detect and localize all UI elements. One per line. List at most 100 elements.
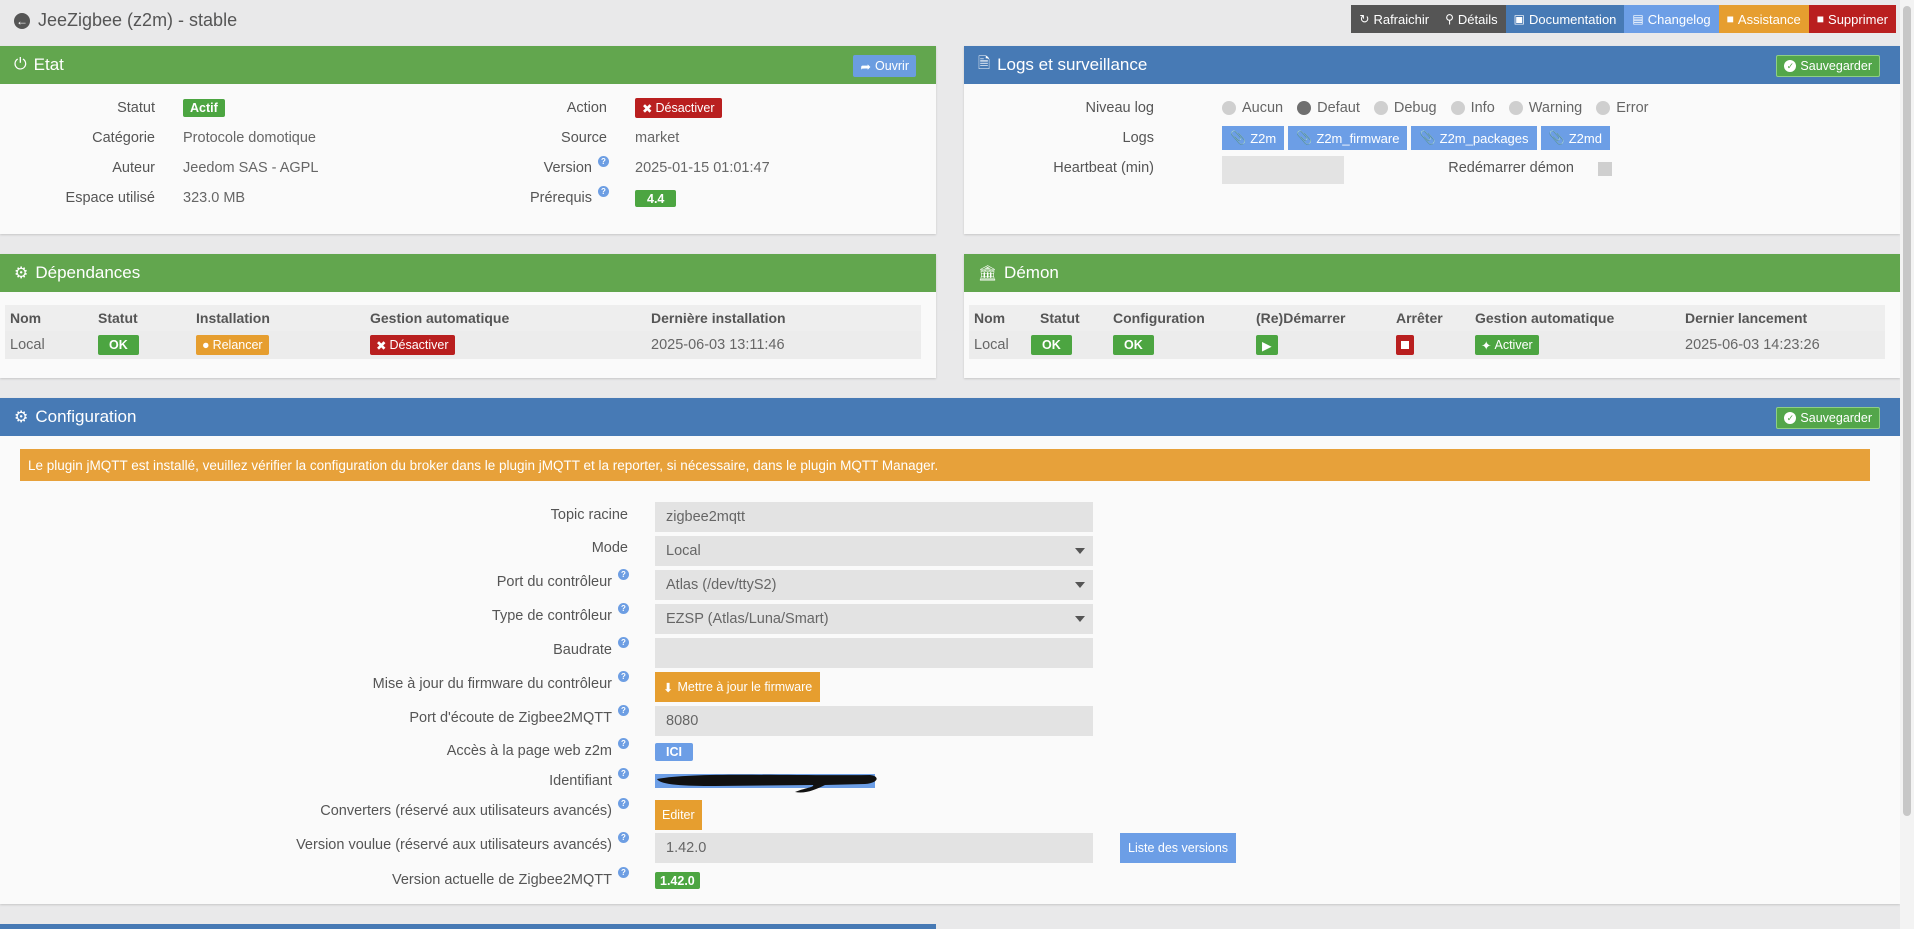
restart-daemon-checkbox[interactable] [1598,162,1612,176]
help-icon[interactable]: ? [598,156,609,167]
log-files: 📎 Z2m 📎 Z2m_firmware 📎 Z2m_packages 📎 Z2md [1222,126,1610,150]
help-icon[interactable]: ? [618,671,629,682]
top-actions: ↻ Rafraichir ⚲ Détails ▣ Documentation ▤… [1351,5,1896,33]
relancer-button[interactable]: ● Relancer [196,335,269,355]
search-icon: ⚲ [1445,12,1454,26]
help-icon[interactable]: ? [618,738,629,749]
table-row: Local OK OK ▶ ✦ Activer 2025-06-03 14:23… [969,331,1885,359]
log-z2m-packages-label: Z2m_packages [1439,130,1529,146]
x-icon: ✖ [642,101,653,116]
demon-table-header: Nom Statut Configuration (Re)Démarrer Ar… [969,305,1885,331]
log-z2md-button[interactable]: 📎 Z2md [1540,126,1610,150]
version-value: 2025-01-15 01:01:47 [635,160,770,176]
edit-converters-button[interactable]: Editer [655,800,702,830]
demon-statut-badge: OK [1031,335,1072,355]
log-z2m-firmware-button[interactable]: 📎 Z2m_firmware [1288,126,1408,150]
activate-label: Activer [1494,338,1533,352]
help-icon[interactable]: ? [618,569,629,580]
port-select[interactable]: Atlas (/dev/ttyS2) [655,570,1093,600]
radio-info[interactable]: Info [1450,100,1495,116]
etat-panel: ⏻ Etat ➦ Ouvrir Statut Actif Catégorie P… [0,46,936,234]
page-title-text: JeeZigbee (z2m) - stable [38,10,238,30]
dep-deactivate-button[interactable]: ✖ Désactiver [370,335,455,355]
paperclip-icon: 📎 [1548,130,1565,145]
demon-title: Démon [1004,263,1059,282]
start-button[interactable]: ▶ [1256,335,1278,355]
baudrate-input[interactable] [655,638,1093,668]
mode-select[interactable]: Local [655,536,1093,566]
versions-list-button[interactable]: Liste des versions [1120,833,1237,863]
help-icon[interactable]: ? [618,867,629,878]
demon-dernier: 2025-06-03 14:23:26 [1685,337,1820,353]
radio-warning-label: Warning [1528,100,1583,116]
scrollbar-thumb[interactable] [1903,6,1911,816]
radio-aucun[interactable]: Aucun [1222,100,1283,116]
col-nom: Nom [10,310,42,326]
dep-deactivate-label: Désactiver [389,338,449,352]
auteur-value: Jeedom SAS - AGPL [183,160,319,176]
details-button[interactable]: ⚲ Détails [1437,5,1506,33]
radio-defaut[interactable]: Defaut [1297,100,1360,116]
help-icon[interactable]: ? [618,798,629,809]
logs-save-button[interactable]: ✓ Sauvegarder [1776,55,1880,77]
web-link-button[interactable]: ICI [655,743,693,761]
back-arrow-icon[interactable]: ← [14,12,30,29]
file-icon: ▤ [1632,12,1644,26]
type-select[interactable]: EZSP (Atlas/Luna/Smart) [655,604,1093,634]
radio-error[interactable]: Error [1596,100,1648,116]
open-button[interactable]: ➦ Ouvrir [853,55,916,77]
topic-label: Topic racine [550,507,628,523]
log-z2m-packages-button[interactable]: 📎 Z2m_packages [1411,126,1537,150]
etat-title: Etat [33,55,64,74]
deactivate-button[interactable]: ✖ Désactiver [635,98,722,118]
demon-nom: Local [974,337,1009,353]
converters-label: Converters (réservé aux utilisateurs ava… [320,803,612,819]
help-icon[interactable]: ? [618,768,629,779]
col-redemarrer: (Re)Démarrer [1256,310,1346,326]
paperclip-icon: 📎 [1230,130,1247,145]
source-value: market [635,130,680,146]
dep-derniere: 2025-06-03 13:11:46 [651,337,785,353]
refresh-button[interactable]: ↻ Rafraichir [1351,5,1438,33]
heartbeat-input[interactable] [1222,156,1344,184]
configuration-header: ⚙ Configuration ✓ Sauvegarder [0,398,1900,436]
log-z2m-button[interactable]: 📎 Z2m [1222,126,1285,150]
help-icon[interactable]: ? [618,832,629,843]
x-icon: ✖ [376,338,387,353]
share-icon: ➦ [860,59,871,74]
radio-error-label: Error [1616,100,1649,116]
download-icon: ⬇ [663,680,674,695]
deactivate-label: Désactiver [655,101,715,115]
restart-daemon-label: Redémarrer démon [1448,160,1574,176]
book-icon: ▣ [1513,12,1525,26]
radio-dot [1297,101,1312,115]
statut-badge: Actif [183,99,225,117]
delete-button[interactable]: ■ Supprimer [1808,5,1896,33]
documentation-button[interactable]: ▣ Documentation [1505,5,1625,33]
log-z2md-label: Z2md [1568,130,1602,146]
help-icon[interactable]: ? [618,603,629,614]
wanted-version-input[interactable]: 1.42.0 [655,833,1093,863]
config-save-button[interactable]: ✓ Sauvegarder [1776,407,1880,429]
listen-port-input[interactable]: 8080 [655,706,1093,736]
stop-button[interactable] [1396,335,1414,355]
help-icon[interactable]: ? [618,705,629,716]
activate-button[interactable]: ✦ Activer [1475,335,1539,355]
topic-input[interactable]: zigbee2mqtt [655,502,1093,532]
update-firmware-button[interactable]: ⬇ Mettre à jour le firmware [655,672,821,702]
radio-dot [1222,101,1236,115]
prerequis-badge: 4.4 [635,190,677,207]
help-icon[interactable]: ? [598,186,609,197]
changelog-button[interactable]: ▤ Changelog [1624,5,1719,33]
statut-label: Statut [117,100,155,116]
heartbeat-label: Heartbeat (min) [1053,160,1154,176]
help-icon[interactable]: ? [618,637,629,648]
assistance-button[interactable]: ■ Assistance [1718,5,1809,33]
jmqtt-alert: Le plugin jMQTT est installé, veuillez v… [20,449,1870,481]
radio-warning[interactable]: Warning [1508,100,1583,116]
categorie-value: Protocole domotique [183,130,316,146]
documentation-label: Documentation [1528,11,1617,27]
radio-debug[interactable]: Debug [1373,100,1437,116]
check-icon: ✓ [1784,60,1797,72]
type-label: Type de contrôleur [491,608,612,624]
